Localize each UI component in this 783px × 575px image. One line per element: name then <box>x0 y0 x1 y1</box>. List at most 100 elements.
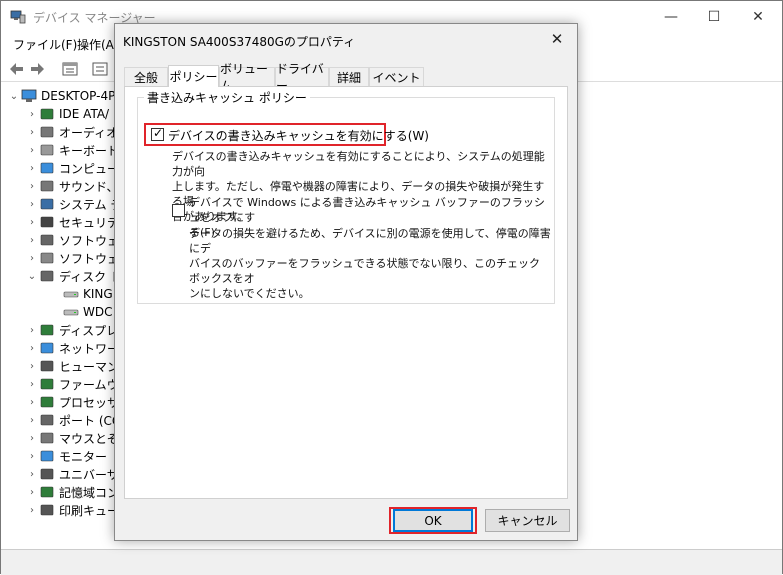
tab-details[interactable]: 詳細 <box>329 67 369 86</box>
tree-item[interactable]: › 印刷キュー <box>25 501 119 519</box>
tree-item[interactable]: › IDE ATA/ <box>25 105 109 123</box>
chevron-right-icon[interactable]: › <box>25 415 39 426</box>
tree-item[interactable]: › システム デ <box>25 195 122 213</box>
tree-item[interactable]: › モニター <box>25 447 107 465</box>
description-line: デバイスの書き込みキャッシュを有効にすることにより、システムの処理能力が向 <box>172 150 545 178</box>
maximize-button[interactable]: ☐ <box>691 1 737 32</box>
tree-item-label: モニター <box>59 449 108 464</box>
port-icon <box>40 414 54 426</box>
tab-events[interactable]: イベント <box>369 67 424 86</box>
tab-general[interactable]: 全般 <box>124 67 168 86</box>
flush-off-description: データの損失を避けるため、デバイスに別の電源を使用して、停電の障害にデ バイスの… <box>189 226 554 301</box>
cancel-button[interactable]: キャンセル <box>485 509 570 532</box>
tree-child-item[interactable]: WDC <box>63 303 112 321</box>
speaker-icon <box>40 126 54 138</box>
processor-icon <box>40 396 54 408</box>
mouse-icon <box>40 432 54 444</box>
tree-item-label: 記憶域コン <box>59 485 120 500</box>
chevron-right-icon[interactable]: › <box>25 469 39 480</box>
write-cache-policy-group: 書き込みキャッシュ ポリシー ✓ デバイスの書き込みキャッシュを有効にする(W)… <box>137 89 555 304</box>
disk-drive-icon <box>63 309 79 316</box>
menu-action[interactable]: 操作(A <box>77 36 114 53</box>
chevron-right-icon[interactable]: › <box>25 397 39 408</box>
chevron-right-icon[interactable]: › <box>25 325 39 336</box>
chevron-right-icon[interactable]: › <box>25 127 39 138</box>
properties-icon[interactable] <box>61 60 79 78</box>
chevron-down-icon[interactable]: ⌄ <box>7 91 21 102</box>
flush-off-label-line: デバイスで Windows による書き込みキャッシュ バッファーのフラッシュをオ… <box>189 196 545 224</box>
minimize-button[interactable]: — <box>648 1 694 32</box>
flush-off-checkbox[interactable] <box>172 204 185 217</box>
chevron-right-icon[interactable]: › <box>25 253 39 264</box>
chevron-right-icon[interactable]: › <box>25 109 39 120</box>
chevron-right-icon[interactable]: › <box>25 163 39 174</box>
tree-item[interactable]: › マウスとそ <box>25 429 119 447</box>
tree-item-label: システム デ <box>59 197 123 212</box>
computer-icon <box>21 89 37 102</box>
device-manager-app-icon <box>10 10 26 24</box>
disk-drive-icon <box>63 291 79 298</box>
chevron-right-icon[interactable]: › <box>25 379 39 390</box>
tree-item-label: キーボード <box>59 143 120 158</box>
usb-controller-icon <box>40 468 54 480</box>
tree-root[interactable]: ⌄ DESKTOP-4P <box>7 87 116 105</box>
tree-item-label: ポート (CO <box>59 413 122 428</box>
chevron-right-icon[interactable]: › <box>25 199 39 210</box>
tab-policy[interactable]: ポリシー <box>168 65 219 87</box>
chevron-right-icon[interactable]: › <box>25 217 39 228</box>
tree-child-item[interactable]: KING <box>63 285 113 303</box>
tree-item[interactable]: › ユニバーサ <box>25 465 119 483</box>
tree-item-label: マウスとそ <box>59 431 119 446</box>
speaker-icon <box>40 180 54 192</box>
chevron-right-icon[interactable]: › <box>25 451 39 462</box>
tree-item[interactable]: › ディスプレ <box>25 321 118 339</box>
forward-arrow-icon[interactable] <box>29 60 47 78</box>
chevron-right-icon[interactable]: › <box>25 487 39 498</box>
chevron-right-icon[interactable]: › <box>25 343 39 354</box>
chevron-right-icon[interactable]: › <box>25 361 39 372</box>
chevron-down-icon[interactable]: ⌄ <box>25 271 39 282</box>
tree-item[interactable]: › 記憶域コン <box>25 483 119 501</box>
firmware-icon <box>40 378 54 390</box>
system-device-icon <box>40 198 54 210</box>
chevron-right-icon[interactable]: › <box>25 145 39 156</box>
ok-button[interactable]: OK <box>393 509 473 532</box>
tree-item-label: サウンド、 <box>59 179 119 194</box>
tab-volume[interactable]: ボリューム <box>219 62 275 93</box>
tree-item-label: ディスク ド <box>59 269 122 284</box>
software-device-icon <box>40 252 54 264</box>
status-bar <box>1 549 782 575</box>
tree-item[interactable]: › ポート (CO <box>25 411 121 429</box>
tree-item[interactable]: › プロセッサ <box>25 393 119 411</box>
dialog-close-button[interactable]: ✕ <box>537 24 577 54</box>
tree-child-label: KING <box>83 287 113 301</box>
policy-tab-panel: 書き込みキャッシュ ポリシー ✓ デバイスの書き込みキャッシュを有効にする(W)… <box>124 86 568 499</box>
printer-icon <box>40 504 54 516</box>
tree-item-label: ユニバーサ <box>59 467 119 482</box>
storage-controller-icon <box>40 486 54 498</box>
network-adapter-icon <box>40 342 54 354</box>
help-icon[interactable] <box>91 60 109 78</box>
tree-item-label: ディスプレ <box>59 323 119 338</box>
group-title: 書き込みキャッシュ ポリシー <box>144 89 310 106</box>
keyboard-icon <box>40 144 54 156</box>
write-cache-checkbox[interactable]: ✓ <box>151 126 164 141</box>
tree-item-label: 印刷キュー <box>59 503 120 518</box>
menu-file[interactable]: ファイル(F) <box>13 36 77 53</box>
tree-item[interactable]: ⌄ ディスク ド <box>25 267 122 285</box>
computer-icon <box>40 162 54 174</box>
display-adapter-icon <box>40 324 54 336</box>
tree-item[interactable]: › キーボード <box>25 141 119 159</box>
chevron-right-icon[interactable]: › <box>25 505 39 516</box>
write-cache-label[interactable]: デバイスの書き込みキャッシュを有効にする(W) <box>168 127 429 144</box>
chevron-right-icon[interactable]: › <box>25 181 39 192</box>
chevron-right-icon[interactable]: › <box>25 235 39 246</box>
close-button[interactable]: ✕ <box>735 1 781 32</box>
tree-item[interactable]: › サウンド、 <box>25 177 119 195</box>
tree-item-label: プロセッサ <box>59 395 120 410</box>
description-line: バイスのバッファーをフラッシュできる状態でない限り、このチェック ボックスをオ <box>189 257 541 285</box>
back-arrow-icon[interactable] <box>7 60 25 78</box>
tab-driver[interactable]: ドライバー <box>275 62 329 93</box>
dialog-title: KINGSTON SA400S37480Gのプロパティ <box>123 35 356 49</box>
chevron-right-icon[interactable]: › <box>25 433 39 444</box>
